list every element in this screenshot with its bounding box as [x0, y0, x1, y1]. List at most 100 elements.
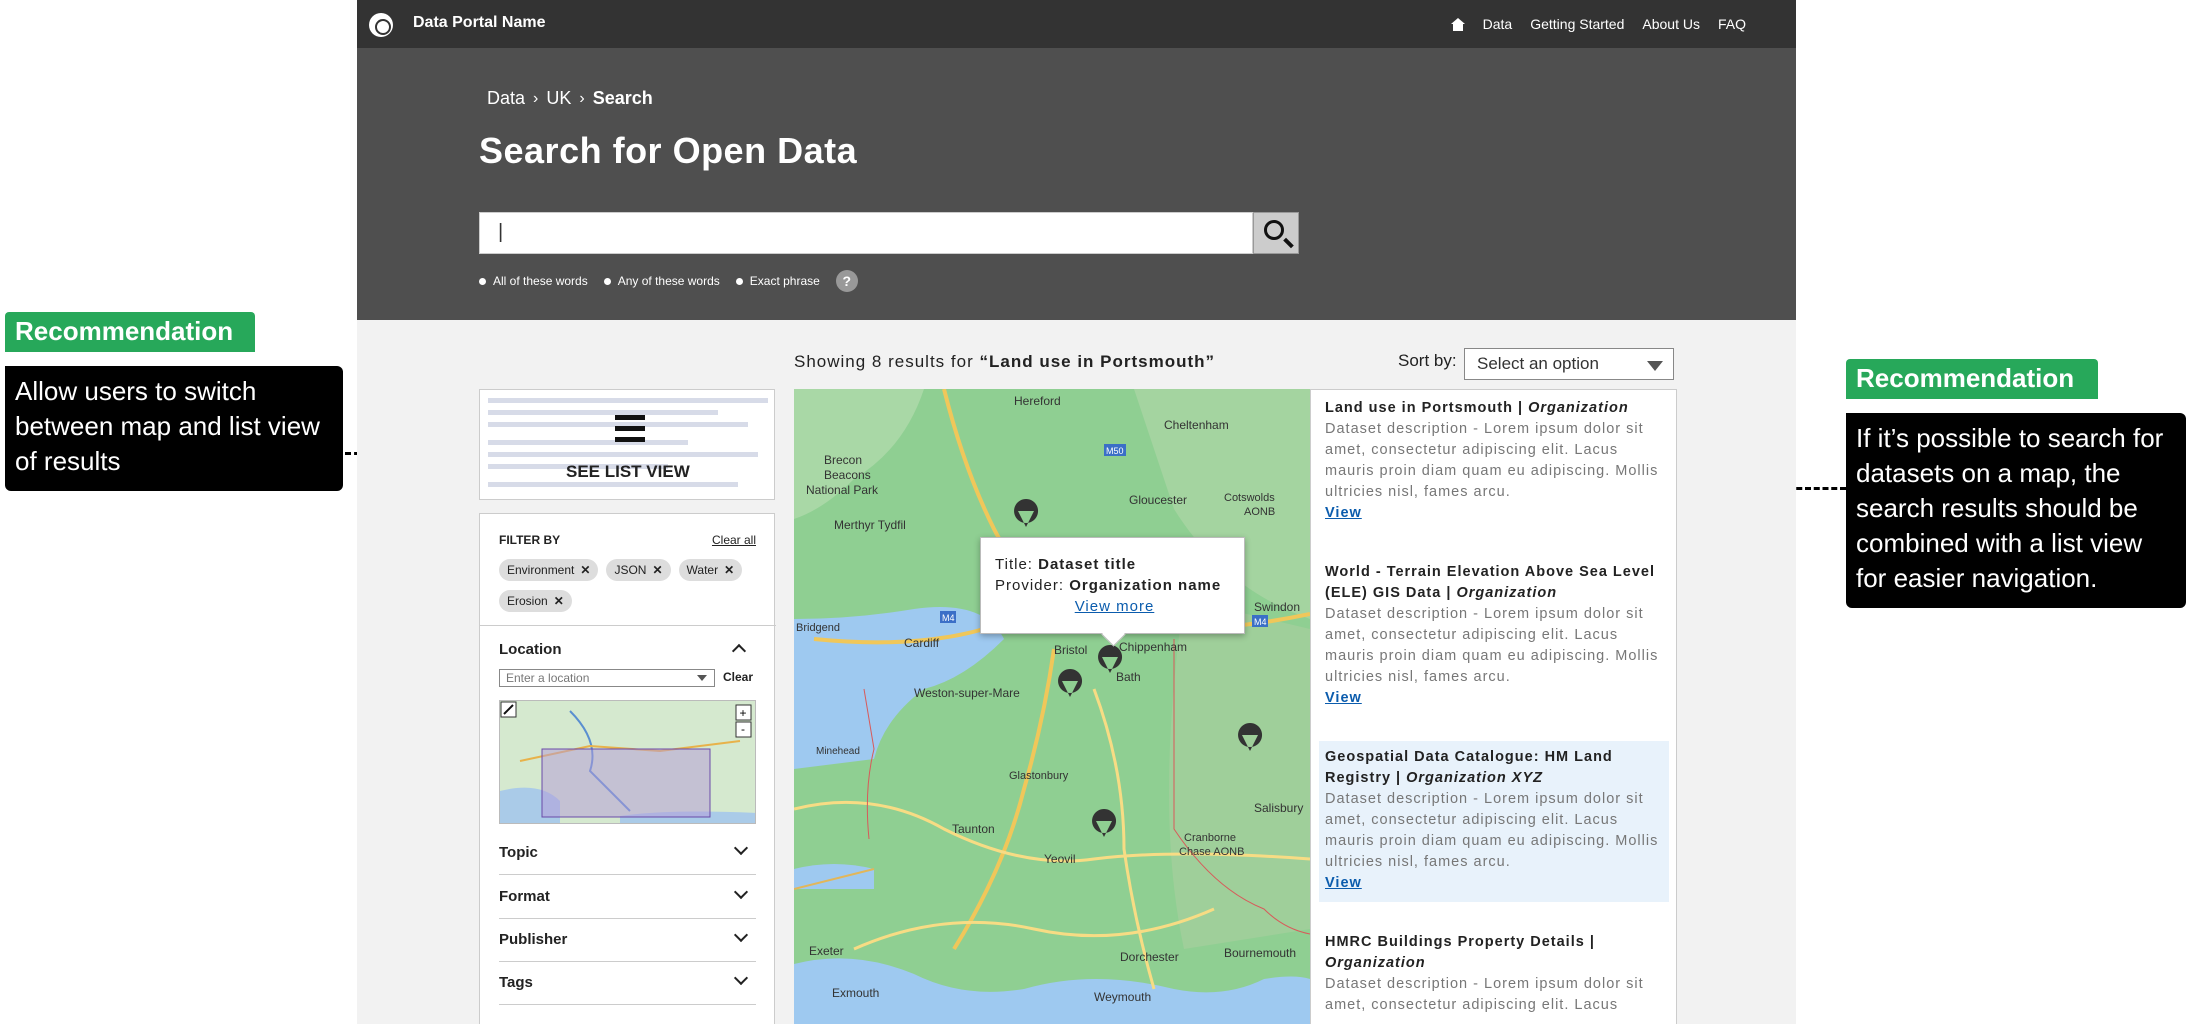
- filter-tag-erosion[interactable]: Erosion ✕: [499, 590, 572, 612]
- svg-text:Merthyr Tydfil: Merthyr Tydfil: [834, 518, 906, 532]
- result-view-link[interactable]: View: [1325, 503, 1663, 524]
- svg-text:Cheltenham: Cheltenham: [1164, 418, 1229, 432]
- result-item-highlighted: Geospatial Data Catalogue: HM Land Regis…: [1319, 741, 1669, 902]
- topic-facet[interactable]: Topic: [499, 831, 756, 875]
- result-description: Dataset description - Lorem ipsum dolor …: [1325, 791, 1659, 870]
- list-view-toggle[interactable]: SEE LIST VIEW: [479, 389, 775, 500]
- result-title[interactable]: Geospatial Data Catalogue: HM Land Regis…: [1325, 747, 1663, 789]
- clear-all-link[interactable]: Clear all: [712, 533, 756, 547]
- filter-tag-water[interactable]: Water ✕: [678, 559, 743, 581]
- publisher-facet[interactable]: Publisher: [499, 918, 756, 962]
- svg-text:Swindon: Swindon: [1254, 600, 1300, 614]
- svg-text:Weston-super-Mare: Weston-super-Mare: [914, 686, 1020, 700]
- location-clear-button[interactable]: Clear: [723, 670, 753, 684]
- results-map[interactable]: Hereford Brecon Beacons National Park Me…: [794, 389, 1310, 1024]
- breadcrumb-uk[interactable]: UK: [546, 88, 571, 109]
- home-icon[interactable]: [1450, 17, 1465, 31]
- divider: [480, 625, 776, 626]
- svg-text:Chase AONB: Chase AONB: [1179, 846, 1244, 858]
- tags-facet[interactable]: Tags: [499, 961, 756, 1005]
- svg-text:Cardiff: Cardiff: [904, 636, 940, 650]
- main-nav: Data Getting Started About Us FAQ: [1450, 16, 1746, 32]
- svg-text:Minehead: Minehead: [816, 746, 860, 757]
- nav-faq[interactable]: FAQ: [1718, 16, 1746, 32]
- result-title[interactable]: World - Terrain Elevation Above Sea Leve…: [1325, 562, 1663, 604]
- svg-text:Yeovil: Yeovil: [1044, 852, 1076, 866]
- location-facet-title[interactable]: Location: [499, 641, 562, 658]
- svg-text:Beacons: Beacons: [824, 468, 871, 482]
- svg-text:Bridgend: Bridgend: [796, 622, 840, 634]
- page-title: Search for Open Data: [479, 130, 858, 171]
- tag-label: JSON: [614, 563, 647, 577]
- location-input[interactable]: Enter a location: [499, 669, 715, 687]
- popup-provider-row: Provider: Organization name: [995, 575, 1230, 596]
- format-facet[interactable]: Format: [499, 875, 756, 919]
- portal-logo-icon[interactable]: [369, 13, 393, 37]
- option-label: All of these words: [493, 274, 588, 288]
- sort-select[interactable]: Select an option: [1464, 348, 1674, 380]
- facet-label: Topic: [499, 844, 538, 861]
- close-icon[interactable]: ✕: [580, 563, 590, 577]
- svg-text:Bath: Bath: [1116, 670, 1141, 684]
- recommendation-tag-left: Recommendation: [5, 312, 255, 352]
- result-title[interactable]: HMRC Buildings Property Details | Organi…: [1325, 932, 1663, 974]
- help-icon[interactable]: ?: [835, 270, 858, 292]
- search-button[interactable]: [1253, 212, 1299, 254]
- location-minimap[interactable]: + -: [499, 700, 756, 824]
- view-more-link[interactable]: View more: [995, 596, 1234, 617]
- filter-tag-json[interactable]: JSON ✕: [606, 559, 671, 581]
- list-icon: [615, 415, 645, 443]
- option-all-words[interactable]: All of these words: [479, 274, 588, 288]
- search-input[interactable]: |: [479, 212, 1253, 254]
- svg-text:Bristol: Bristol: [1054, 643, 1087, 657]
- result-description: Dataset description - Lorem ipsum dolor …: [1325, 976, 1644, 1013]
- close-icon[interactable]: ✕: [724, 563, 734, 577]
- svg-text:Hereford: Hereford: [1014, 394, 1061, 408]
- svg-text:Dorchester: Dorchester: [1120, 950, 1179, 964]
- popup-title-value: Dataset title: [1038, 556, 1137, 573]
- map-graphic: Hereford Brecon Beacons National Park Me…: [794, 389, 1310, 1024]
- portal-name[interactable]: Data Portal Name: [413, 14, 546, 32]
- facet-label: Format: [499, 888, 550, 905]
- minimap-graphic: + -: [500, 701, 755, 823]
- result-view-link[interactable]: View: [1325, 688, 1663, 709]
- option-exact-phrase[interactable]: Exact phrase: [735, 274, 820, 288]
- svg-text:+: +: [740, 706, 747, 720]
- svg-text:M50: M50: [1106, 446, 1124, 456]
- breadcrumb: Data › UK › Search: [487, 88, 653, 109]
- svg-text:Chippenham: Chippenham: [1119, 640, 1187, 654]
- search-icon: [1264, 220, 1284, 240]
- preview-line: [488, 440, 688, 445]
- recommendation-tag-right: Recommendation: [1846, 359, 2098, 399]
- close-icon[interactable]: ✕: [652, 563, 662, 577]
- svg-text:-: -: [741, 722, 745, 736]
- chevron-up-icon[interactable]: [731, 643, 747, 659]
- result-item: HMRC Buildings Property Details | Organi…: [1319, 926, 1669, 1024]
- map-popup: Title: Dataset title Provider: Organizat…: [980, 537, 1245, 634]
- result-view-link[interactable]: View: [1325, 873, 1663, 894]
- results-count: Showing 8 results for: [794, 352, 974, 371]
- radio-icon: [603, 277, 611, 285]
- close-icon[interactable]: ✕: [554, 594, 564, 608]
- svg-text:Brecon: Brecon: [824, 453, 862, 467]
- result-item: World - Terrain Elevation Above Sea Leve…: [1319, 556, 1669, 717]
- filter-tag-environment[interactable]: Environment ✕: [499, 559, 599, 581]
- nav-getting-started[interactable]: Getting Started: [1530, 16, 1624, 32]
- popup-title-label: Title:: [995, 556, 1033, 573]
- nav-data[interactable]: Data: [1483, 16, 1513, 32]
- facet-label: Publisher: [499, 931, 568, 948]
- chevron-right-icon: ›: [579, 89, 585, 107]
- preview-line: [488, 410, 718, 415]
- svg-text:Gloucester: Gloucester: [1129, 493, 1187, 507]
- option-any-words[interactable]: Any of these words: [603, 274, 720, 288]
- top-navigation-bar: Data Portal Name Data Getting Started Ab…: [357, 0, 1796, 48]
- radio-icon: [735, 277, 743, 285]
- svg-text:Weymouth: Weymouth: [1094, 990, 1151, 1004]
- nav-about-us[interactable]: About Us: [1642, 16, 1700, 32]
- svg-text:Taunton: Taunton: [952, 822, 995, 836]
- svg-text:M4: M4: [1254, 617, 1267, 627]
- result-title[interactable]: Land use in Portsmouth | Organization: [1325, 398, 1663, 419]
- popup-provider-label: Provider:: [995, 577, 1065, 594]
- svg-text:M4: M4: [942, 613, 955, 623]
- breadcrumb-data[interactable]: Data: [487, 88, 525, 109]
